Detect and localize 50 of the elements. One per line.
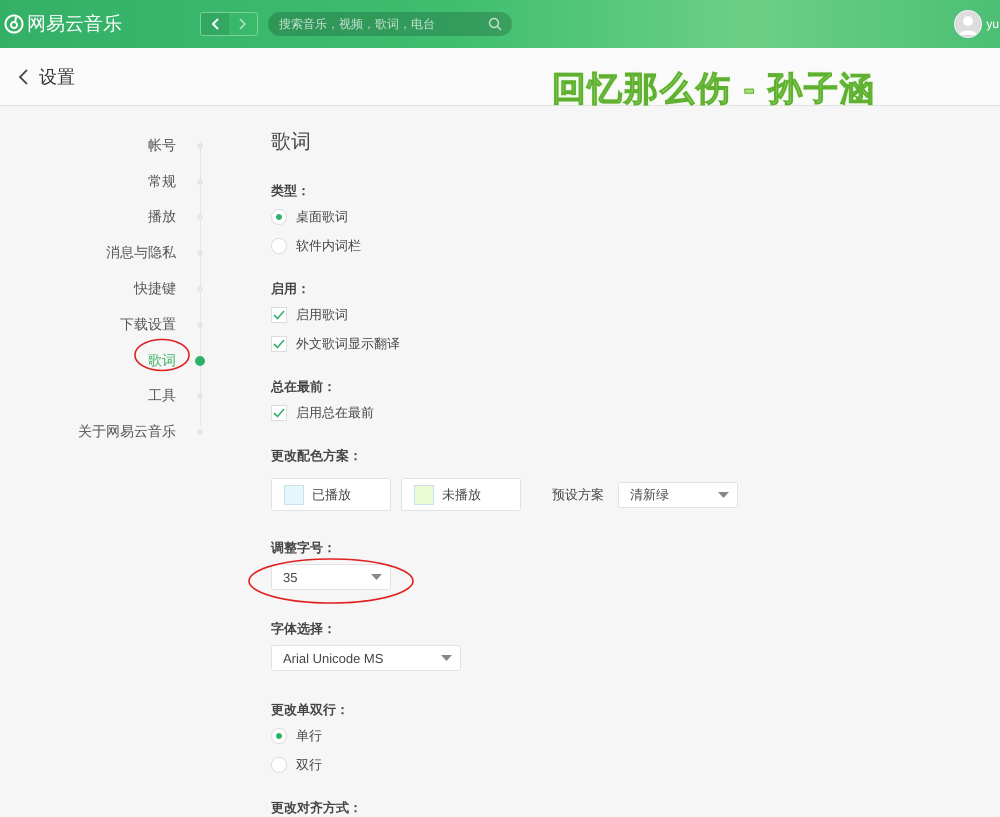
app-logo: 网易云音乐 bbox=[27, 13, 122, 37]
radio-button[interactable] bbox=[271, 238, 287, 254]
caret-icon bbox=[371, 574, 382, 580]
preset-dropdown[interactable]: 清新绿 bbox=[618, 482, 738, 508]
group-label: 类型： bbox=[271, 182, 311, 200]
option-label: 启用总在最前 bbox=[296, 404, 374, 422]
sidebar-item[interactable]: 常规 bbox=[0, 164, 205, 200]
group-label: 更改配色方案： bbox=[271, 447, 363, 465]
back-button[interactable] bbox=[201, 13, 229, 35]
group-label: 启用： bbox=[271, 280, 311, 298]
sidebar-item[interactable]: 消息与隐私 bbox=[0, 235, 205, 272]
sidebar-item[interactable]: 帐号 bbox=[0, 128, 205, 164]
desktop-lyrics: 回忆那么伤 - 孙子涵 bbox=[552, 69, 876, 110]
option-label: 桌面歌词 bbox=[296, 208, 348, 226]
radio-button[interactable] bbox=[271, 728, 287, 744]
caret-icon bbox=[441, 655, 452, 661]
option-label: 双行 bbox=[296, 756, 322, 774]
group-label: 调整字号： bbox=[271, 539, 337, 557]
option-label: 启用歌词 bbox=[296, 306, 348, 324]
option-label: 外文歌词显示翻译 bbox=[296, 334, 400, 352]
chevron-right-icon bbox=[239, 18, 247, 30]
radio-button[interactable] bbox=[271, 208, 287, 224]
checkbox[interactable] bbox=[271, 404, 287, 420]
section-title: 歌词 bbox=[271, 130, 312, 155]
color-swatch-button[interactable]: 已播放 bbox=[271, 478, 391, 511]
preset-label: 预设方案 bbox=[552, 486, 604, 504]
sidebar-item[interactable]: 快捷键 bbox=[0, 271, 205, 307]
radio-button[interactable] bbox=[271, 756, 287, 772]
logo-icon bbox=[4, 14, 24, 34]
checkbox[interactable] bbox=[271, 306, 287, 322]
group-label: 总在最前： bbox=[271, 378, 337, 396]
avatar-icon[interactable] bbox=[954, 10, 982, 38]
color-swatch-button[interactable]: 未播放 bbox=[401, 478, 521, 511]
option-label: 单行 bbox=[296, 726, 322, 744]
caret-icon bbox=[718, 492, 729, 498]
chevron-left-icon bbox=[211, 18, 219, 30]
dropdown[interactable]: 35 bbox=[271, 564, 391, 590]
search-icon bbox=[488, 17, 502, 31]
dropdown[interactable]: Arial Unicode MS bbox=[271, 645, 461, 671]
freehand-circle bbox=[133, 338, 191, 372]
group-label: 字体选择： bbox=[271, 620, 337, 638]
group-label: 更改单双行： bbox=[271, 701, 350, 719]
sidebar-item[interactable]: 播放 bbox=[0, 200, 205, 236]
page-title: 设置 bbox=[39, 66, 75, 88]
option-label: 软件内词栏 bbox=[296, 236, 361, 254]
checkbox[interactable] bbox=[271, 336, 287, 352]
group-label: 更改对齐方式： bbox=[271, 799, 363, 817]
sidebar-item[interactable]: 工具 bbox=[0, 378, 205, 414]
sidebar-item[interactable]: 下载设置 bbox=[0, 306, 205, 343]
sidebar-item[interactable]: 关于网易云音乐 bbox=[0, 414, 205, 450]
